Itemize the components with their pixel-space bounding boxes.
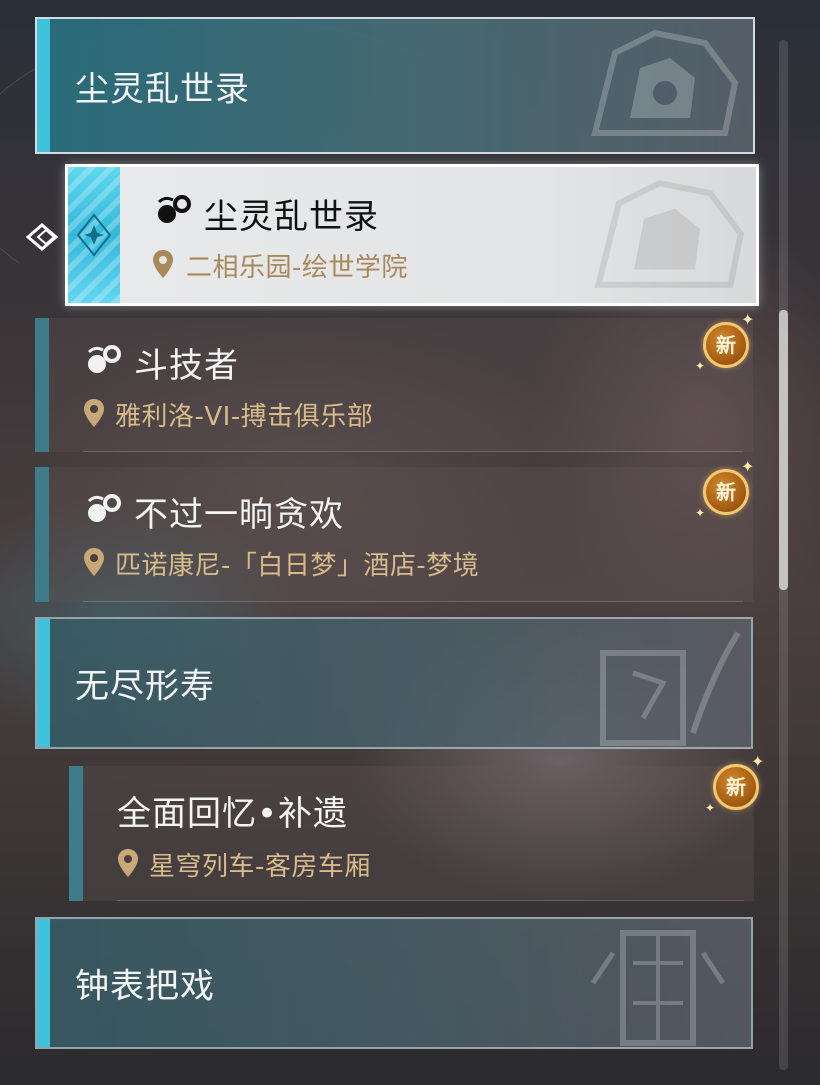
game-emblem-icon — [591, 29, 739, 136]
location-pin-icon — [84, 399, 104, 427]
category-title: 钟表把戏 — [75, 966, 215, 1007]
book-quill-emblem-icon — [600, 631, 741, 746]
diamond-selector-icon — [26, 223, 59, 251]
sparkle-icon: ✦ — [695, 359, 706, 373]
category-header-1[interactable]: 尘灵乱世录 — [35, 17, 755, 154]
quest-divider — [83, 601, 743, 602]
companion-quest-icon — [87, 494, 121, 522]
companion-quest-icon — [157, 195, 191, 223]
quest-title: 不过一晌贪欢 — [134, 495, 344, 535]
quest-item[interactable]: 斗技者 雅利洛-VI-搏击俱乐部 新 ✦ ✦ — [35, 312, 754, 452]
new-badge: 新 ✦ ✦ — [695, 459, 759, 523]
location-pin-icon — [84, 548, 104, 576]
quest-title: 全面回忆•补遗 — [117, 794, 349, 834]
diamond-star-icon — [76, 213, 112, 257]
quest-divider — [117, 900, 744, 901]
quest-accent-bar — [35, 467, 49, 602]
quest-item[interactable]: 全面回忆•补遗 星穹列车-客房车厢 新 ✦ ✦ — [69, 754, 764, 901]
quest-item[interactable]: 不过一晌贪欢 匹诺康尼-「白日梦」酒店-梦境 新 ✦ ✦ — [35, 459, 754, 602]
scrollbar[interactable] — [779, 40, 788, 1070]
game-emblem-icon — [594, 179, 744, 288]
quest-location: 二相乐园-绘世学院 — [186, 253, 408, 283]
sparkle-icon: ✦ — [705, 801, 716, 815]
quest-divider — [83, 451, 743, 452]
sparkle-icon: ✦ — [741, 310, 755, 329]
category-accent-bar — [37, 619, 50, 747]
new-badge: 新 ✦ ✦ — [705, 754, 769, 818]
category-accent-bar — [37, 919, 50, 1047]
quest-location: 星穹列车-客房车厢 — [149, 852, 371, 882]
companion-quest-icon — [87, 345, 121, 373]
location-pin-icon — [153, 250, 173, 278]
quest-title: 斗技者 — [134, 346, 239, 386]
location-pin-icon — [118, 849, 138, 877]
clock-emblem-icon — [590, 930, 726, 1046]
sparkle-icon: ✦ — [751, 752, 765, 771]
quest-title: 尘灵乱世录 — [204, 197, 379, 237]
category-title: 无尽形寿 — [75, 666, 215, 707]
scrollbar-thumb[interactable] — [779, 310, 788, 590]
selected-quest-item[interactable]: 尘灵乱世录 二相乐园-绘世学院 — [65, 164, 759, 306]
quest-location: 匹诺康尼-「白日梦」酒店-梦境 — [115, 551, 480, 581]
sparkle-icon: ✦ — [695, 506, 706, 520]
quest-accent-bar — [69, 766, 83, 901]
selected-crystal-strip — [68, 167, 120, 303]
new-badge: 新 ✦ ✦ — [695, 312, 759, 376]
category-accent-bar — [37, 19, 50, 152]
quest-accent-bar — [35, 318, 49, 452]
sparkle-icon: ✦ — [741, 457, 755, 476]
quest-location: 雅利洛-VI-搏击俱乐部 — [115, 402, 374, 432]
category-header-2[interactable]: 无尽形寿 — [35, 617, 753, 749]
category-title: 尘灵乱世录 — [75, 69, 250, 109]
category-header-3[interactable]: 钟表把戏 — [35, 917, 753, 1049]
